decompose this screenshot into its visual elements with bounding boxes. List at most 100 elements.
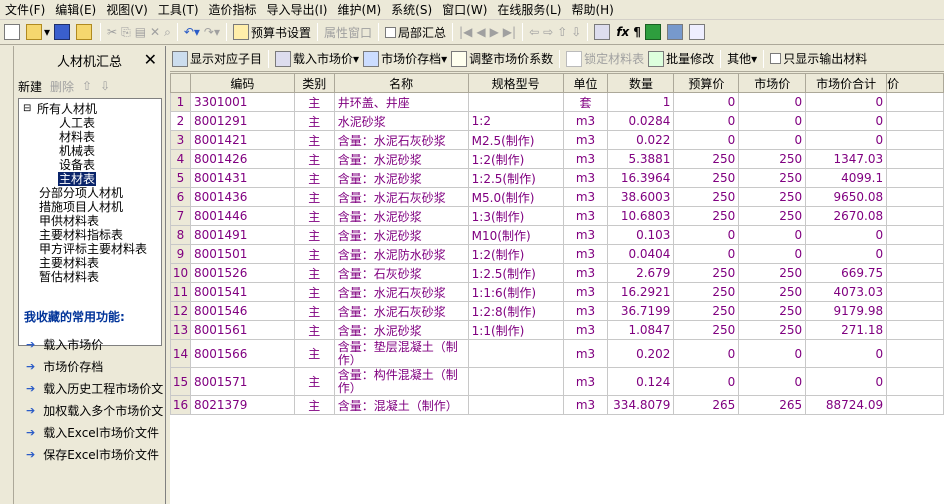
row-number[interactable]: 3	[170, 130, 191, 150]
formula-icon[interactable]: fx	[614, 21, 631, 43]
row-number[interactable]: 7	[170, 206, 191, 226]
cell-code[interactable]: 8001501	[189, 244, 295, 264]
cell-qty[interactable]: 0.0404	[607, 244, 675, 264]
cell-qty[interactable]: 5.3881	[607, 149, 675, 169]
cell-price[interactable]	[886, 339, 944, 368]
cell-spec[interactable]	[467, 92, 564, 112]
cell-budget[interactable]: 0	[673, 339, 740, 368]
cell-qty[interactable]: 1.0847	[607, 320, 675, 340]
cell-budget[interactable]: 250	[673, 301, 740, 321]
cell-type[interactable]: 主	[293, 111, 335, 131]
cell-name[interactable]: 含量：水泥砂浆	[333, 149, 469, 169]
cell-code[interactable]: 8001571	[189, 367, 295, 396]
col-header-type[interactable]: 类别	[293, 73, 335, 93]
cell-market[interactable]: 250	[738, 320, 807, 340]
cell-unit[interactable]: m3	[562, 149, 609, 169]
cell-price[interactable]	[886, 225, 944, 245]
cell-price[interactable]	[886, 244, 944, 264]
menu-view[interactable]: 视图(V)	[101, 0, 153, 20]
cell-code[interactable]: 8001561	[189, 320, 295, 340]
cell-spec[interactable]	[467, 367, 564, 396]
cell-code[interactable]: 8001431	[189, 168, 295, 188]
cell-name[interactable]: 含量：构件混凝土（制作）	[333, 367, 469, 396]
tree-node-equipment[interactable]: 设备表	[59, 158, 95, 172]
cell-spec[interactable]: M2.5(制作)	[467, 130, 564, 150]
cell-qty[interactable]: 2.679	[607, 263, 675, 283]
cell-spec[interactable]: 1:2	[467, 111, 564, 131]
table-row[interactable]: 15 8001571 主含量：构件混凝土（制作） m3 0.124 0 0 0	[170, 367, 944, 396]
cell-spec[interactable]: 1:1:6(制作)	[467, 282, 564, 302]
cell-qty[interactable]: 16.2921	[607, 282, 675, 302]
col-header-qty[interactable]: 数量	[607, 73, 675, 93]
table-row[interactable]: 14 8001566 主含量：垫层混凝土（制作） m3 0.202 0 0 0	[170, 339, 944, 368]
cell-market[interactable]: 0	[738, 92, 807, 112]
cell-code[interactable]: 8001491	[189, 225, 295, 245]
move-down-icon[interactable]: ⇩	[100, 79, 110, 93]
row-number[interactable]: 9	[170, 244, 191, 264]
table-row[interactable]: 10 8001526 主含量：石灰砂浆 1:2.5(制作) m3 2.679 250 250 6…	[170, 263, 944, 283]
cell-unit[interactable]: m3	[562, 111, 609, 131]
menu-edit[interactable]: 编辑(E)	[50, 0, 101, 20]
cell-type[interactable]: 主	[293, 206, 335, 226]
cell-total[interactable]: 669.75	[805, 263, 888, 283]
collapse-icon[interactable]: ⊟	[23, 102, 31, 116]
row-number[interactable]: 6	[170, 187, 191, 207]
cell-unit[interactable]: m3	[562, 282, 609, 302]
cell-total[interactable]: 271.18	[805, 320, 888, 340]
new-icon[interactable]	[2, 21, 24, 43]
cell-total[interactable]: 88724.09	[805, 395, 888, 415]
cell-spec[interactable]: M5.0(制作)	[467, 187, 564, 207]
chart-icon[interactable]	[665, 21, 687, 43]
row-number[interactable]: 14	[170, 339, 191, 368]
cell-qty[interactable]: 36.7199	[607, 301, 675, 321]
cell-code[interactable]: 8001291	[189, 111, 295, 131]
cell-spec[interactable]: M10(制作)	[467, 225, 564, 245]
row-number[interactable]: 4	[170, 149, 191, 169]
cell-unit[interactable]: m3	[562, 206, 609, 226]
cell-qty[interactable]: 0.202	[607, 339, 675, 368]
show-sub-button[interactable]: 显示对应子目	[170, 48, 264, 70]
cell-type[interactable]: 主	[293, 301, 335, 321]
list-icon[interactable]	[687, 21, 709, 43]
col-header-code[interactable]: 编码	[189, 73, 295, 93]
cell-name[interactable]: 含量：水泥石灰砂浆	[333, 187, 469, 207]
paragraph-icon[interactable]: ¶	[631, 21, 643, 43]
last-icon[interactable]: ▶|	[501, 21, 518, 43]
down-arrow-icon[interactable]: ⇩	[569, 21, 583, 43]
cell-name[interactable]: 含量：水泥砂浆	[333, 168, 469, 188]
cell-market[interactable]: 0	[738, 367, 807, 396]
cell-spec[interactable]: 1:2:8(制作)	[467, 301, 564, 321]
cell-name[interactable]: 水泥砂浆	[333, 111, 469, 131]
cell-total[interactable]: 2670.08	[805, 206, 888, 226]
cell-qty[interactable]: 334.8079	[607, 395, 675, 415]
close-icon[interactable]: ✕	[144, 50, 157, 69]
cell-price[interactable]	[886, 149, 944, 169]
cell-budget[interactable]: 0	[673, 130, 740, 150]
tree-node-labor[interactable]: 人工表	[59, 116, 95, 130]
row-number[interactable]: 10	[170, 263, 191, 283]
cell-total[interactable]: 4073.03	[805, 282, 888, 302]
cell-code[interactable]: 8001541	[189, 282, 295, 302]
move-up-icon[interactable]: ⇧	[82, 79, 92, 93]
open-icon[interactable]: ▾	[24, 21, 52, 43]
redo-icon[interactable]: ↷▾	[202, 21, 222, 43]
table-row[interactable]: 5 8001431 主含量：水泥砂浆 1:2.5(制作) m3 16.3964 250 250…	[170, 168, 944, 188]
cell-qty[interactable]: 38.6003	[607, 187, 675, 207]
table-row[interactable]: 1 3301001 主井环盖、井座套 1 0 0 0	[170, 92, 944, 112]
cell-unit[interactable]: m3	[562, 130, 609, 150]
fav-weighted-load[interactable]: ➔ 加权载入多个市场价文	[26, 402, 163, 419]
table-row[interactable]: 12 8001546 主含量：水泥石灰砂浆 1:2:8(制作) m3 36.7199 250…	[170, 301, 944, 321]
col-header-unit[interactable]: 单位	[562, 73, 609, 93]
cell-price[interactable]	[886, 168, 944, 188]
other-dropdown[interactable]: 其他 ▾	[725, 48, 759, 70]
folder-icon[interactable]	[74, 21, 96, 43]
cell-name[interactable]: 含量：垫层混凝土（制作）	[333, 339, 469, 368]
copy-icon[interactable]: ⎘	[119, 21, 133, 43]
cell-unit[interactable]: m3	[562, 187, 609, 207]
tree-node-sub-items[interactable]: 分部分项人材机	[39, 186, 123, 200]
col-header-price[interactable]: 价	[886, 73, 944, 93]
adjust-coef-button[interactable]: 调整市场价系数	[449, 48, 555, 70]
menu-window[interactable]: 窗口(W)	[437, 0, 492, 20]
cell-type[interactable]: 主	[293, 149, 335, 169]
menu-online[interactable]: 在线服务(L)	[492, 0, 566, 20]
